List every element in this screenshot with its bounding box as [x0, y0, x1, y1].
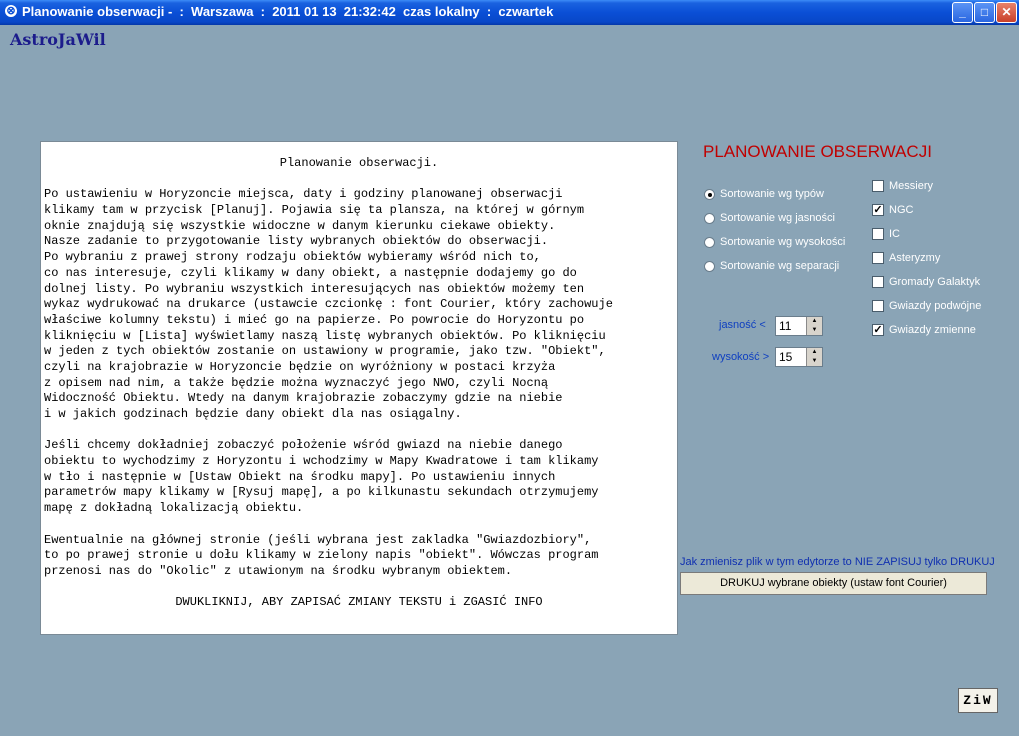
filter-checkbox[interactable]: Messiery: [872, 180, 933, 192]
stepper-down-icon[interactable]: ▼: [807, 326, 822, 335]
filter-checkbox[interactable]: Gwiazdy podwójne: [872, 300, 981, 312]
sort-option-radio[interactable]: Sortowanie wg jasności: [704, 212, 835, 224]
altitude-value[interactable]: 15: [779, 350, 792, 364]
checkbox-icon[interactable]: [872, 300, 884, 312]
info-line: wykaz wydrukować na drukarce (ustawcie c…: [44, 297, 613, 312]
info-line: Widoczność Obiektu. Wtedy na danym krajo…: [44, 391, 563, 406]
info-line: czyli na krajobrazie w Horyzoncie będzie…: [44, 359, 556, 374]
filter-checkbox[interactable]: ✓ Gwiazdy zmienne: [872, 324, 976, 336]
info-line: Jeśli chcemy dokładniej zobaczyć położen…: [44, 438, 563, 453]
info-line: przenosi nas do "Okolic" z utawionym na …: [44, 563, 513, 578]
panel-heading: PLANOWANIE OBSERWACJI: [703, 142, 932, 161]
info-line: klikamy tam w przycisk [Planuj]. Pojawia…: [44, 203, 585, 218]
checkbox-icon[interactable]: [872, 276, 884, 288]
filter-label: IC: [889, 228, 900, 240]
filter-label: Gwiazdy zmienne: [889, 324, 976, 336]
sort-option-label: Sortowanie wg jasności: [720, 212, 835, 224]
radio-button-icon[interactable]: [704, 188, 715, 200]
print-button[interactable]: DRUKUJ wybrane obiekty (ustaw font Couri…: [680, 572, 987, 595]
info-line: z opisem nad nim, a także będzie można w…: [44, 375, 549, 390]
brightness-value[interactable]: 11: [779, 319, 791, 333]
window-title: Planowanie obserwacji - : Warszawa : 201…: [22, 4, 554, 19]
minimize-button[interactable]: _: [952, 2, 973, 23]
info-line: mapę z dokładną lokalizacją obiektu.: [44, 501, 304, 516]
info-line: [41, 172, 677, 188]
filter-label: NGC: [889, 204, 914, 216]
info-line: Po wybraniu z prawej strony rodzaju obie…: [44, 250, 541, 265]
checkbox-icon[interactable]: [872, 252, 884, 264]
info-line: w jeden z tych obiektów zostanie on usta…: [44, 344, 606, 359]
brightness-label: jasność <: [719, 319, 766, 331]
info-line: właściwe kolumny tekstu) i mieć go na pa…: [44, 312, 585, 327]
info-text: Planowanie obserwacji. Po ustawieniu w H…: [41, 156, 677, 611]
ziw-button[interactable]: ZiW: [958, 688, 998, 713]
info-line: oknie znajdują się wszystkie widoczne w …: [44, 218, 556, 233]
brand-logo: AstroJaWil: [10, 30, 106, 49]
info-line: parametrów mapy klikamy w [Rysuj mapę], …: [44, 485, 599, 500]
stepper-up-icon[interactable]: ▲: [807, 348, 822, 357]
info-text-box[interactable]: Planowanie obserwacji. Po ustawieniu w H…: [40, 141, 678, 635]
maximize-button[interactable]: □: [974, 2, 995, 23]
info-line: [41, 517, 677, 533]
info-line: Planowanie obserwacji.: [279, 156, 439, 170]
sort-option-label: Sortowanie wg separacji: [720, 260, 840, 272]
save-note: Jak zmienisz plik w tym edytorze to NIE …: [680, 556, 995, 568]
radio-button-icon[interactable]: [704, 212, 715, 224]
checkbox-icon[interactable]: [872, 228, 884, 240]
checkmark-icon[interactable]: ✓: [872, 324, 884, 336]
checkbox-icon[interactable]: [872, 180, 884, 192]
info-line: w tło i następnie w [Ustaw Obiekt na śro…: [44, 469, 556, 484]
brightness-stepper[interactable]: 11 ▲ ▼: [775, 316, 823, 336]
filter-checkbox[interactable]: Gromady Galaktyk: [872, 276, 980, 288]
info-line: dolnej listy. Po wybraniu wszystkich int…: [44, 281, 585, 296]
sort-option-radio[interactable]: Sortowanie wg typów: [704, 188, 824, 200]
sort-option-label: Sortowanie wg wysokości: [720, 236, 846, 248]
stepper-up-icon[interactable]: ▲: [807, 317, 822, 326]
info-line: [41, 423, 677, 439]
info-line: to po prawej stronie u dołu klikamy w zi…: [44, 548, 599, 563]
info-line: [41, 580, 677, 596]
sort-option-label: Sortowanie wg typów: [720, 188, 824, 200]
filter-checkbox[interactable]: Asteryzmy: [872, 252, 940, 264]
filter-checkbox[interactable]: IC: [872, 228, 900, 240]
filter-label: Gromady Galaktyk: [889, 276, 981, 288]
info-line: obiektu to wychodzimy z Horyzontu i wcho…: [44, 454, 599, 469]
filter-label: Gwiazdy podwójne: [889, 300, 982, 312]
info-line: i w jakich godzinach będzie dany obiekt …: [44, 407, 462, 421]
radio-button-icon[interactable]: [704, 236, 715, 248]
radio-button-icon[interactable]: [704, 260, 715, 272]
filter-label: Asteryzmy: [889, 252, 941, 264]
info-line: kliknięciu w [Lista] wyświetlamy naszą l…: [44, 328, 606, 343]
info-line: co nas interesuje, czyli klikamy w dany …: [44, 265, 577, 280]
altitude-stepper[interactable]: 15 ▲ ▼: [775, 347, 823, 367]
sort-option-radio[interactable]: Sortowanie wg separacji: [704, 260, 839, 272]
info-line: DWUKLIKNIJ, ABY ZAPISAĆ ZMIANY TEKSTU i …: [175, 595, 543, 610]
info-line: Nasze zadanie to przygotowanie listy wyb…: [44, 234, 549, 249]
title-bar[interactable]: ⊗ Planowanie obserwacji - : Warszawa : 2…: [0, 0, 1019, 25]
altitude-label: wysokość >: [712, 351, 770, 363]
checkmark-icon[interactable]: ✓: [872, 204, 884, 216]
sort-option-radio[interactable]: Sortowanie wg wysokości: [704, 236, 845, 248]
filter-label: Messiery: [889, 180, 934, 192]
close-button[interactable]: ✕: [996, 2, 1017, 23]
app-icon[interactable]: ⊗: [5, 5, 17, 17]
info-line: Ewentualnie na głównej stronie (jeśli wy…: [44, 532, 592, 547]
filter-checkbox[interactable]: ✓ NGC: [872, 204, 913, 216]
stepper-down-icon[interactable]: ▼: [807, 357, 822, 366]
info-line: Po ustawieniu w Horyzoncie miejsca, daty…: [44, 187, 563, 202]
